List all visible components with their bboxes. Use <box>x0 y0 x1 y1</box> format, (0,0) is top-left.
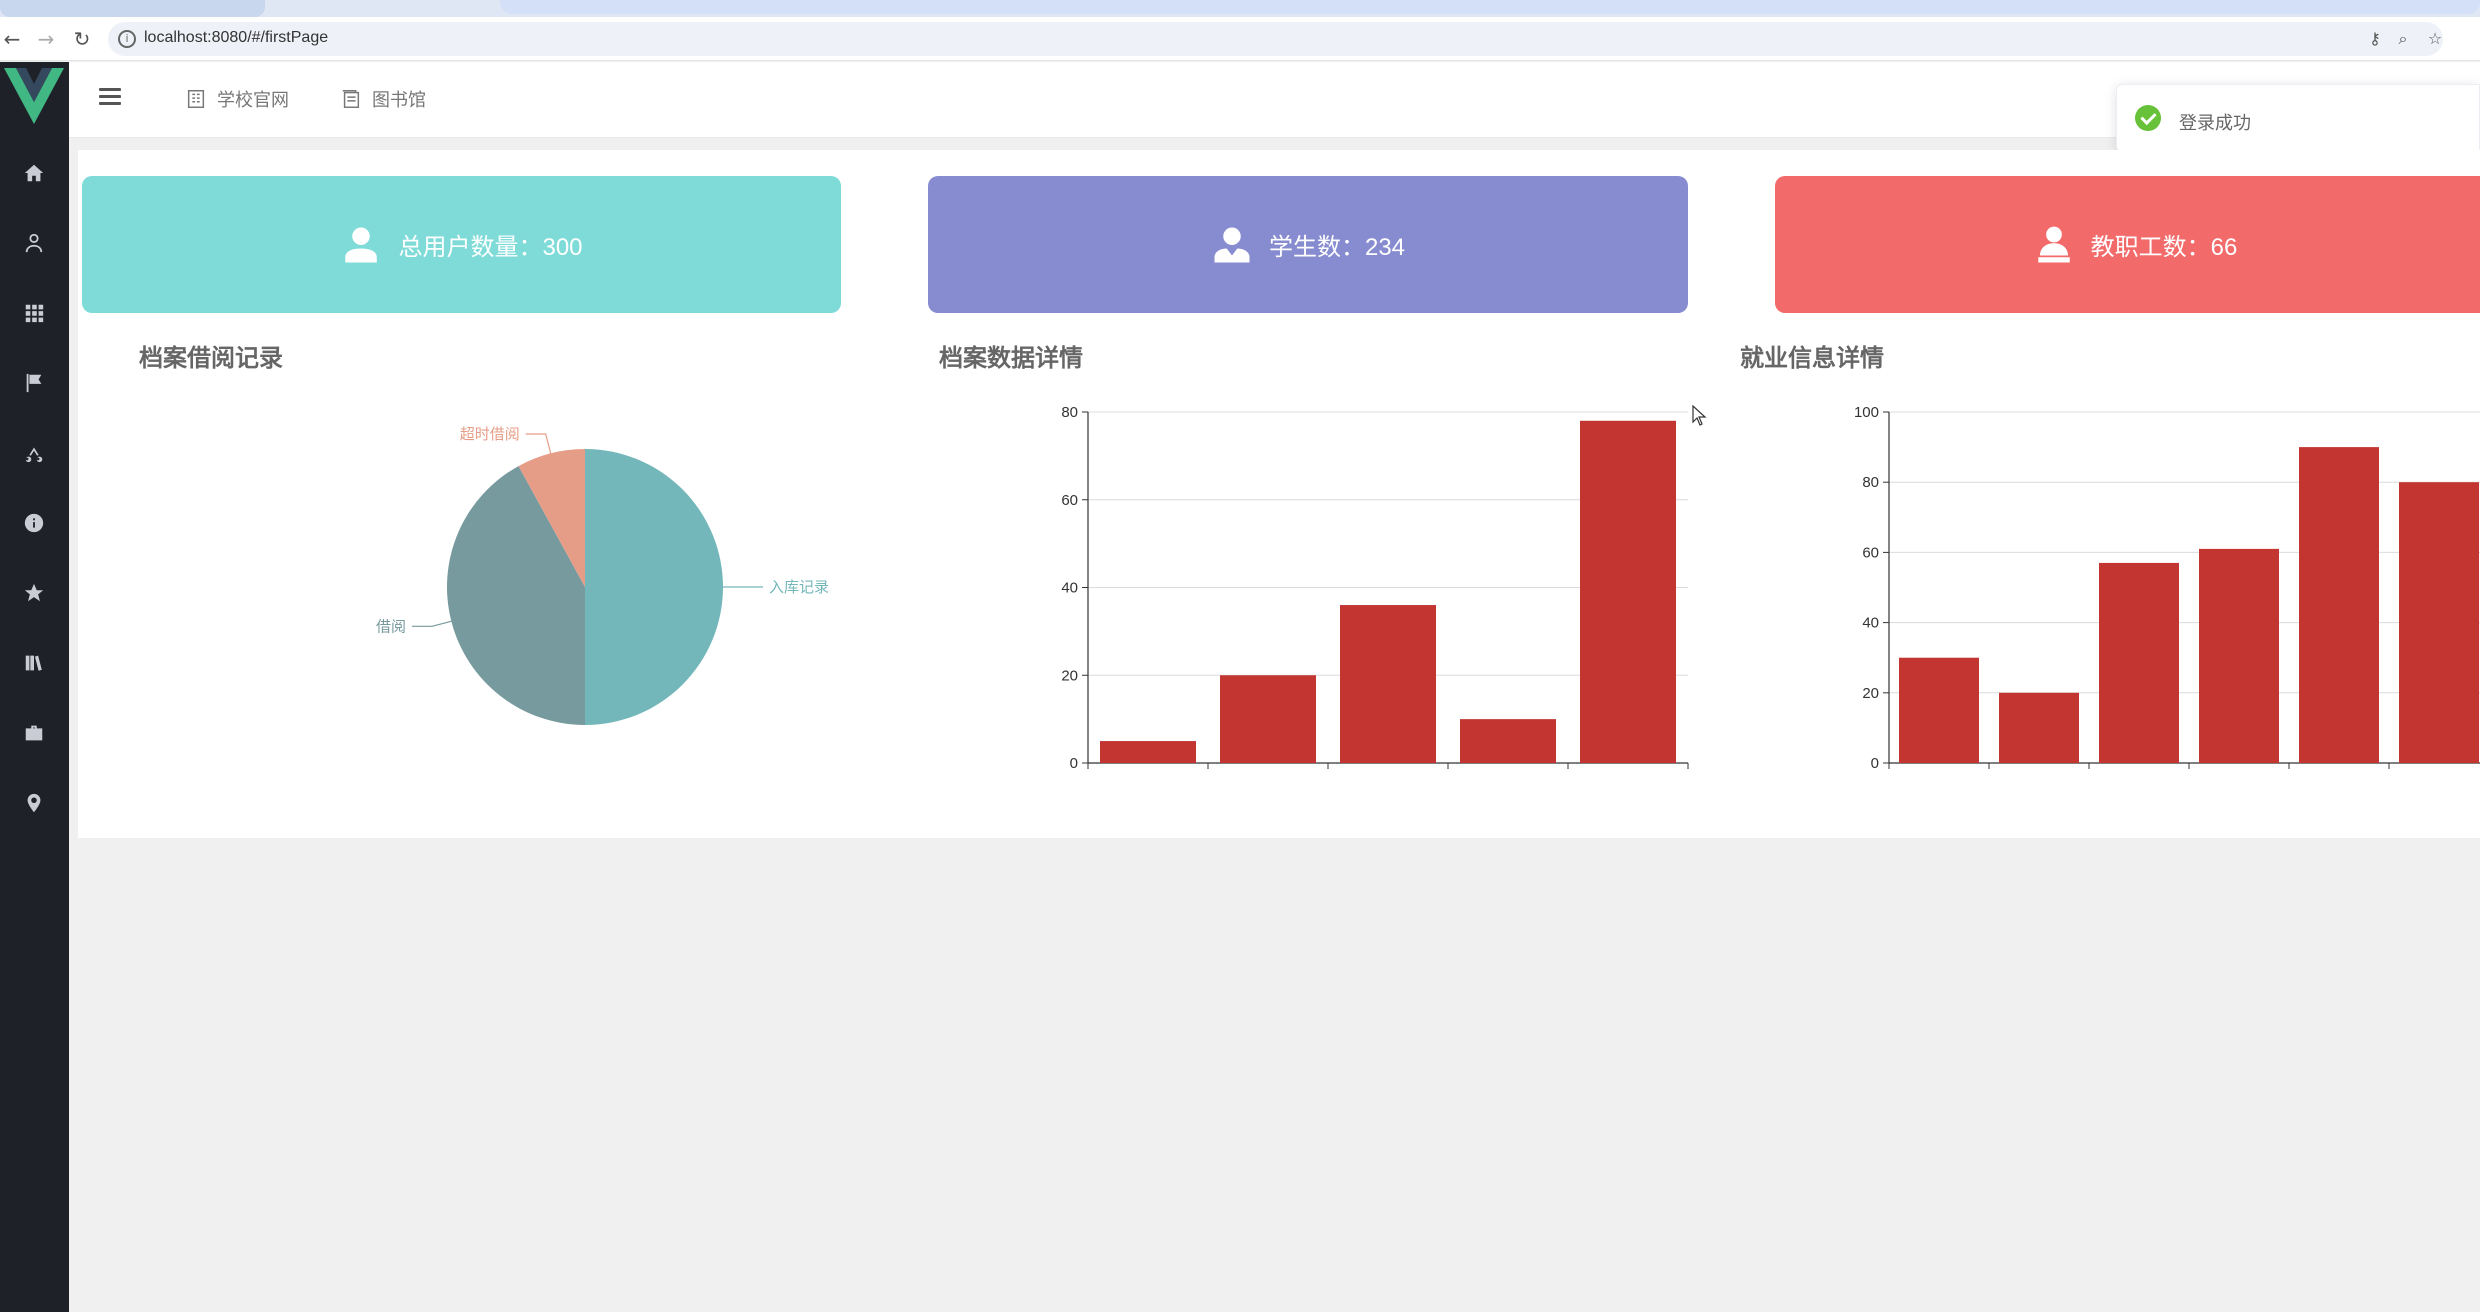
sidebar-item-user[interactable] <box>14 223 54 263</box>
reload-icon[interactable]: ↻ <box>70 27 94 51</box>
sidebar-item-library[interactable] <box>14 643 54 683</box>
student-icon <box>1214 227 1250 262</box>
briefcase-icon <box>25 725 43 741</box>
stat-card-staff: 教职工数：66 <box>1775 176 2480 313</box>
pie-slice <box>585 449 723 725</box>
y-tick-label: 40 <box>1862 615 1879 632</box>
pie-label: 借阅 <box>376 618 406 635</box>
bar <box>1580 420 1676 763</box>
y-tick-label: 20 <box>1862 685 1879 702</box>
bar <box>1899 657 1979 763</box>
bar <box>1999 692 2079 763</box>
bar-chart-title-employment: 就业信息详情 <box>1740 345 1884 372</box>
header-link-label: 学校官网 <box>217 90 289 110</box>
pie-label: 超时借阅 <box>460 426 520 443</box>
browser-tabstrip <box>0 0 2480 17</box>
mouse-cursor-icon <box>1692 405 1707 426</box>
pie-label-line <box>525 433 552 454</box>
y-tick-label: 60 <box>1862 544 1879 561</box>
browser-tab-area <box>500 0 2480 14</box>
header-link-school[interactable]: 学校官网 <box>185 86 289 112</box>
y-tick-label: 100 <box>1854 404 1879 421</box>
bar <box>2099 562 2179 763</box>
dashboard-panel: 总用户数量：300 学生数：234 教职工数：66 档案借阅记录 档案数据详情 … <box>78 150 2480 838</box>
password-key-icon[interactable]: ⚷ <box>2364 28 2386 50</box>
stat-card-students: 学生数：234 <box>928 176 1688 313</box>
book-icon <box>342 90 360 108</box>
bar-chart-title-archives: 档案数据详情 <box>939 345 1083 372</box>
bar <box>2299 447 2379 763</box>
flag-icon <box>26 373 42 393</box>
sidebar-item-home[interactable] <box>14 153 54 193</box>
scissors-icon <box>25 447 43 463</box>
sidebar-item-info[interactable] <box>14 503 54 543</box>
y-tick-label: 0 <box>1070 755 1078 770</box>
sidebar-item-briefcase[interactable] <box>14 713 54 753</box>
site-info-icon[interactable]: i <box>118 30 136 48</box>
y-tick-label: 40 <box>1061 580 1078 597</box>
y-tick-label: 20 <box>1061 667 1078 684</box>
bar <box>2399 482 2479 763</box>
back-icon[interactable]: ← <box>0 27 24 51</box>
check-circle-icon <box>2135 105 2161 131</box>
bookmark-star-icon[interactable]: ☆ <box>2424 28 2446 50</box>
star-icon <box>24 583 44 602</box>
bar <box>1340 605 1436 763</box>
bar <box>2199 548 2279 763</box>
forward-icon[interactable]: → <box>34 27 58 51</box>
stat-students: 学生数：234 <box>1268 234 1406 261</box>
y-tick-label: 80 <box>1061 404 1078 421</box>
zoom-icon[interactable]: ⌕ <box>2392 28 2414 50</box>
sidebar-item-flag[interactable] <box>14 363 54 403</box>
sidebar <box>0 62 69 1312</box>
pie-label: 入库记录 <box>769 579 829 596</box>
y-tick-label: 0 <box>1871 755 1879 770</box>
grid-icon <box>25 304 44 323</box>
browser-tab[interactable] <box>0 0 265 17</box>
browser-toolbar: ← → ↻ i localhost:8080/#/firstPage ⚷ ⌕ ☆ <box>0 17 2480 61</box>
library-icon <box>25 655 42 671</box>
pie-chart-title: 档案借阅记录 <box>139 345 283 372</box>
address-bar[interactable]: i localhost:8080/#/firstPage ⚷ ⌕ ☆ <box>108 22 2443 56</box>
stat-total-users: 总用户数量：300 <box>398 234 583 261</box>
header-link-library[interactable]: 图书馆 <box>340 86 426 112</box>
sidebar-item-scissors[interactable] <box>14 433 54 473</box>
sidebar-item-grid[interactable] <box>14 293 54 333</box>
pie-label-line <box>411 620 452 627</box>
toast-message: 登录成功 <box>2179 113 2251 133</box>
pie-chart: 入库记录借阅 超时借阅 <box>376 426 829 725</box>
success-toast: 登录成功 <box>2116 84 2480 152</box>
user-icon <box>25 233 43 253</box>
menu-toggle-icon[interactable] <box>99 88 121 110</box>
header-link-label: 图书馆 <box>372 90 426 110</box>
vue-logo-icon[interactable] <box>4 68 64 124</box>
bar <box>1100 741 1196 763</box>
staff-icon <box>2037 226 2070 262</box>
home-icon <box>24 164 44 182</box>
bar-chart-archives: 020406080分类1分类2分类3分类4分类5 <box>1061 404 1689 770</box>
y-tick-label: 60 <box>1061 492 1078 509</box>
stat-card-total-users: 总用户数量：300 <box>82 176 841 313</box>
bar <box>1220 675 1316 763</box>
stat-staff: 教职工数：66 <box>2090 234 2238 261</box>
url-text[interactable]: localhost:8080/#/firstPage <box>144 29 328 47</box>
bar-chart-employment: 020406080100专业1专业2专业3专业4专业5专业6 <box>1854 404 2480 770</box>
sidebar-item-star[interactable] <box>14 573 54 613</box>
sidebar-item-location[interactable] <box>14 783 54 823</box>
bar <box>1460 719 1556 763</box>
location-icon <box>27 793 41 813</box>
building-icon <box>187 90 205 108</box>
user-icon <box>345 227 378 262</box>
info-icon <box>24 513 44 533</box>
y-tick-label: 80 <box>1862 474 1879 491</box>
